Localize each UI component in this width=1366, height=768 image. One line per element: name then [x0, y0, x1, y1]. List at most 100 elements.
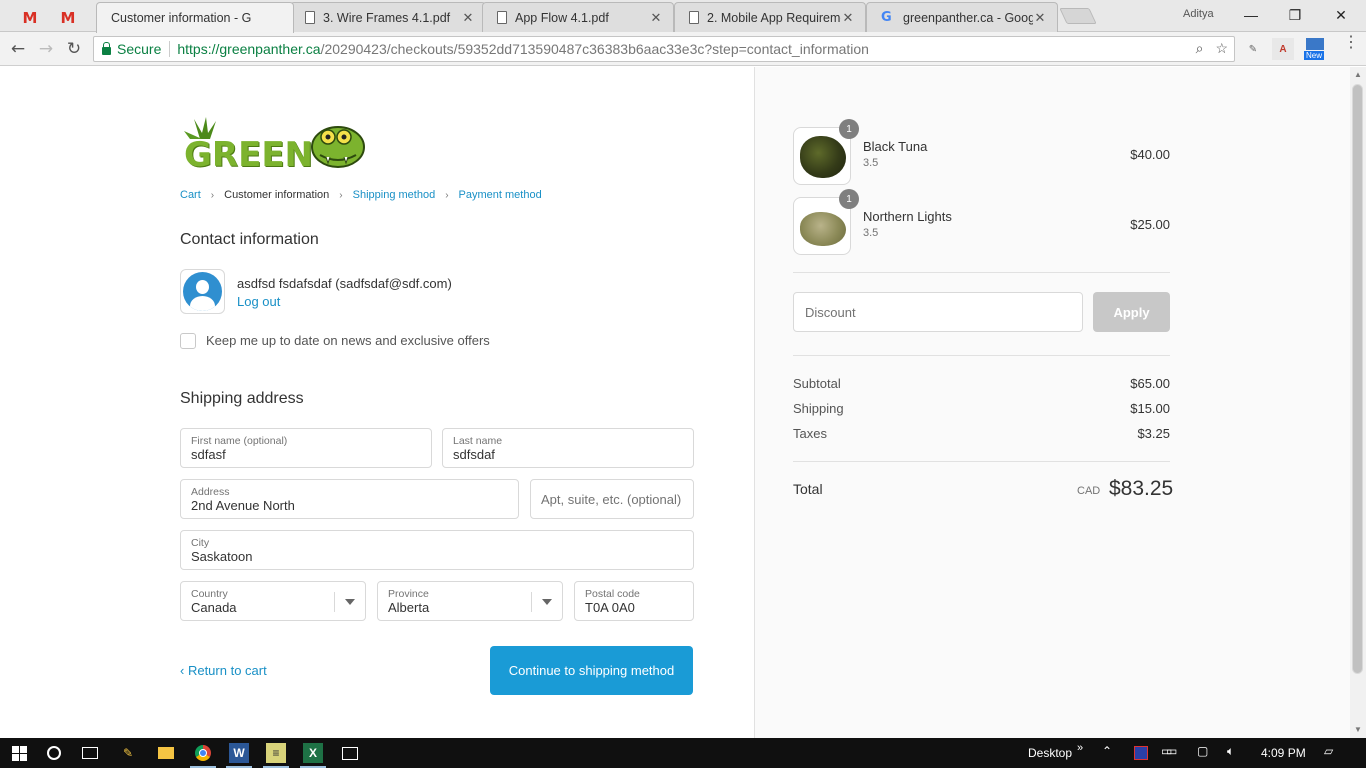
field-label: Postal code	[585, 588, 640, 600]
gmail-pinned-tab-1[interactable]: M	[12, 4, 48, 32]
cortana-icon[interactable]	[44, 743, 64, 763]
eyedropper-extension-icon[interactable]: ✎	[1242, 38, 1264, 60]
clock[interactable]: 4:09 PM	[1261, 746, 1306, 760]
new-tab-button[interactable]	[1059, 8, 1097, 24]
province-select[interactable]: Province Alberta	[377, 581, 563, 621]
desktop-toolbar-label[interactable]: Desktop	[1028, 746, 1072, 760]
restore-button[interactable]: ❐	[1272, 0, 1318, 30]
divider	[334, 592, 335, 612]
show-hidden-icons-icon[interactable]: ⌃	[1102, 744, 1112, 758]
city-field[interactable]: City Saskatoon	[180, 530, 694, 570]
windows-taskbar: ✎ W ≡ X Desktop » ⌃ ▭ ▭ ▢ 🔈︎ 4:09 PM ▱	[0, 738, 1366, 768]
security-tray-icon[interactable]	[1131, 743, 1151, 763]
back-button[interactable]: ←	[6, 37, 30, 61]
scrollbar-thumb[interactable]	[1352, 84, 1363, 674]
tab-customer-information[interactable]: Customer information - G	[96, 2, 294, 33]
photos-icon[interactable]	[340, 743, 360, 763]
close-tab-icon[interactable]: ✕	[841, 10, 855, 26]
taxes-amount: $3.25	[1137, 426, 1170, 441]
shipping-amount: $15.00	[1130, 401, 1170, 416]
country-select[interactable]: Country Canada	[180, 581, 366, 621]
action-center-icon[interactable]: ▱	[1324, 744, 1333, 758]
close-tab-icon[interactable]: ✕	[649, 10, 663, 26]
field-value: T0A 0A0	[585, 600, 635, 615]
product-name: Black Tuna	[863, 139, 928, 154]
task-view-icon[interactable]	[80, 743, 100, 763]
first-name-field[interactable]: First name (optional) sdfasf	[180, 428, 432, 468]
tab-title: App Flow 4.1.pdf	[515, 10, 609, 25]
postal-code-field[interactable]: Postal code T0A 0A0	[574, 581, 694, 621]
field-label: Country	[191, 588, 228, 600]
minimize-button[interactable]: —	[1228, 0, 1274, 30]
return-to-cart-link[interactable]: ‹ Return to cart	[180, 663, 267, 678]
gmail-icon: M	[22, 9, 38, 27]
forward-button[interactable]: →	[34, 37, 58, 61]
divider	[793, 461, 1170, 462]
address-field[interactable]: Address 2nd Avenue North	[180, 479, 519, 519]
field-label: Address	[191, 486, 230, 498]
scroll-up-arrow-icon[interactable]: ▲	[1350, 67, 1366, 83]
close-tab-icon[interactable]: ✕	[461, 10, 475, 26]
tab-title: 3. Wire Frames 4.1.pdf	[323, 10, 451, 25]
field-value: sdfasf	[191, 447, 226, 462]
pdf-extension-icon[interactable]: A	[1272, 38, 1294, 60]
volume-icon[interactable]: 🔈︎	[1227, 744, 1234, 759]
logo-text: GREEN	[184, 135, 313, 175]
breadcrumb-payment-method[interactable]: Payment method	[459, 189, 542, 201]
network-icon[interactable]: ▢	[1197, 744, 1208, 758]
breadcrumb-cart[interactable]: Cart	[180, 189, 201, 201]
tab-google-search[interactable]: G greenpanther.ca - Googl ✕	[866, 2, 1058, 32]
start-button[interactable]	[9, 743, 29, 763]
subtotal-amount: $65.00	[1130, 376, 1170, 391]
address-bar[interactable]: Secure https://greenpanther.ca /20290423…	[93, 36, 1235, 62]
omnibox-icons: ⌕ ☆	[1196, 40, 1228, 57]
excel-icon[interactable]: X	[303, 743, 323, 763]
close-window-button[interactable]: ✕	[1318, 0, 1364, 30]
breadcrumb: Cart › Customer information › Shipping m…	[180, 189, 542, 201]
field-label: City	[191, 537, 210, 549]
line-item: 1 Black Tuna 3.5 $40.00	[793, 119, 1170, 185]
bookmark-star-icon[interactable]: ☆	[1215, 40, 1228, 57]
notepad-icon[interactable]: ≡	[266, 743, 286, 763]
chrome-icon[interactable]	[193, 743, 213, 763]
windows-logo-icon	[11, 745, 27, 761]
new-extension-icon[interactable]: New	[1304, 38, 1326, 60]
green-panther-logo[interactable]: GREEN	[180, 117, 370, 175]
paint-app-icon[interactable]: ✎	[118, 743, 138, 763]
reload-button[interactable]: ↻	[62, 37, 86, 61]
newsletter-checkbox[interactable]	[180, 333, 196, 349]
continue-to-shipping-button[interactable]: Continue to shipping method	[490, 646, 693, 695]
gmail-pinned-tab-2[interactable]: M	[50, 4, 86, 32]
divider	[169, 41, 171, 57]
browser-tab-strip: M M Customer information - G 3. Wire Fra…	[0, 0, 1366, 33]
field-placeholder: Apt, suite, etc. (optional)	[541, 492, 682, 507]
discount-input[interactable]: Discount	[793, 292, 1083, 332]
chevron-left-icon: ‹	[180, 663, 188, 678]
tab-wire-frames[interactable]: 3. Wire Frames 4.1.pdf ✕	[290, 2, 486, 32]
scroll-down-arrow-icon[interactable]: ▼	[1350, 722, 1366, 738]
tab-app-flow[interactable]: App Flow 4.1.pdf ✕	[482, 2, 674, 32]
browser-menu-icon[interactable]: ⋮	[1343, 35, 1359, 51]
page-scrollbar[interactable]: ▲ ▼	[1350, 67, 1366, 738]
profile-name[interactable]: Aditya	[1183, 8, 1214, 20]
close-tab-icon[interactable]: ✕	[1033, 10, 1047, 26]
logout-link[interactable]: Log out	[237, 294, 280, 309]
word-icon[interactable]: W	[229, 743, 249, 763]
product-variant: 3.5	[863, 157, 879, 169]
chevron-double-right-icon[interactable]: »	[1077, 742, 1083, 754]
secure-label: Secure	[117, 41, 162, 57]
currency-code: CAD	[1077, 485, 1101, 497]
battery-icon[interactable]: ▭	[1166, 744, 1177, 758]
apartment-field[interactable]: Apt, suite, etc. (optional)	[530, 479, 694, 519]
breadcrumb-shipping-method[interactable]: Shipping method	[353, 189, 436, 201]
file-explorer-icon[interactable]	[156, 743, 176, 763]
apply-discount-button[interactable]: Apply	[1093, 292, 1170, 332]
product-price: $40.00	[1130, 147, 1170, 162]
quantity-badge: 1	[839, 189, 859, 209]
product-price: $25.00	[1130, 217, 1170, 232]
tab-mobile-app-requirements[interactable]: 2. Mobile App Requireme ✕	[674, 2, 866, 32]
newsletter-label[interactable]: Keep me up to date on news and exclusive…	[206, 333, 490, 348]
zoom-icon[interactable]: ⌕	[1196, 40, 1204, 57]
browser-toolbar: ← → ↻ Secure https://greenpanther.ca /20…	[0, 32, 1366, 66]
last-name-field[interactable]: Last name sdfsdaf	[442, 428, 694, 468]
